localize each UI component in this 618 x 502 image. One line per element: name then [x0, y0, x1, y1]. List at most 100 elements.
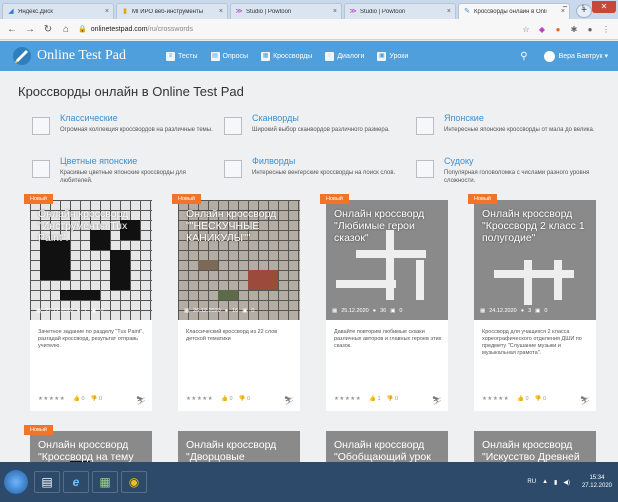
card-title[interactable]: Онлайн кроссворд "Инструменты Tux Paint"… — [38, 208, 148, 244]
runner-icon[interactable]: ⛷ — [432, 396, 442, 405]
tray-expand-icon[interactable]: ▲ — [542, 479, 548, 485]
puzzle-icon[interactable]: ✱ — [568, 25, 580, 34]
extension-icon[interactable]: ● — [552, 25, 564, 34]
card-title[interactable]: Онлайн кроссворд "Дворцовые перевороты" — [186, 439, 296, 462]
maximize-icon[interactable]: ▫ — [574, 1, 592, 13]
search-icon[interactable]: ⚲ — [520, 51, 527, 62]
language-indicator[interactable]: RU — [527, 479, 536, 485]
menu-item-lessons[interactable]: ▣ Уроки — [377, 51, 408, 61]
dislike-button[interactable]: 👎 0 — [239, 396, 250, 405]
window-close-icon[interactable]: ✕ — [592, 1, 616, 13]
dislike-button[interactable]: 👎 0 — [91, 396, 102, 405]
crossword-card[interactable]: Новый Онлайн кроссворд "Инструменты Tux … — [24, 194, 152, 411]
menu-item-tests[interactable]: ≡ Тесты — [165, 51, 198, 61]
close-icon[interactable]: × — [333, 8, 337, 15]
user-menu[interactable]: Вера Бавтрук ▾ — [559, 52, 608, 60]
new-badge: Новый — [320, 194, 349, 204]
calendar-icon: ▦ — [332, 308, 338, 314]
card-title[interactable]: Онлайн кроссворд "Кроссворд 2 класс 1 по… — [482, 208, 592, 244]
user-avatar-icon[interactable] — [543, 50, 555, 62]
category-name[interactable]: Классические — [60, 113, 118, 123]
category-name[interactable]: Судоку — [444, 156, 474, 166]
new-badge: Новый — [24, 425, 53, 435]
rating-stars[interactable]: ★★★★★ — [38, 396, 65, 405]
reload-icon[interactable]: ↻ — [42, 24, 54, 35]
back-icon[interactable]: ← — [6, 24, 18, 35]
rating-stars[interactable]: ★★★★★ — [334, 396, 361, 405]
runner-icon[interactable]: ⛷ — [284, 396, 294, 405]
users-icon: ● — [520, 308, 525, 314]
close-icon[interactable]: × — [219, 8, 223, 15]
card-title[interactable]: Онлайн кроссворд "Любимые герои сказок" — [334, 208, 444, 244]
menu-item-crosswords[interactable]: ▦ Кроссворды — [261, 51, 313, 61]
menu-label: Кроссворды — [273, 52, 313, 60]
runner-icon[interactable]: ⛷ — [136, 396, 146, 405]
crossword-card[interactable]: Новый Онлайн кроссворд ""НЕСКУЧНЫЕ КАНИК… — [172, 194, 300, 411]
crossword-card[interactable]: Онлайн кроссворд "Искусство Древней Руси… — [474, 431, 596, 462]
category-name[interactable]: Сканворды — [252, 113, 299, 123]
network-icon[interactable]: ▮ — [554, 479, 557, 486]
menu-item-surveys[interactable]: ▤ Опросы — [210, 51, 248, 61]
rating-stars[interactable]: ★★★★★ — [186, 396, 213, 405]
close-icon[interactable]: × — [447, 8, 451, 15]
card-title[interactable]: Онлайн кроссворд "Кроссворд на тему — [38, 439, 148, 462]
crossword-card[interactable]: Онлайн кроссворд "Обобщающий урок по тем… — [326, 431, 448, 462]
calendar-icon: ▦ — [36, 308, 42, 314]
rating-stars[interactable]: ★★★★★ — [482, 396, 509, 405]
comment-icon: ▣ — [535, 308, 541, 314]
like-button[interactable]: 👍 0 — [221, 396, 232, 405]
chrome-icon[interactable]: ◉ — [121, 471, 147, 493]
chevron-down-icon: ▾ — [604, 53, 608, 60]
file-explorer-icon[interactable]: ▤ — [34, 471, 60, 493]
card-title[interactable]: Онлайн кроссворд "Обобщающий урок по тем… — [334, 439, 444, 462]
forward-icon[interactable]: → — [24, 24, 36, 35]
like-button[interactable]: 👍 1 — [369, 396, 380, 405]
crossword-card[interactable]: Новый Онлайн кроссворд "Кроссворд на тем… — [24, 425, 152, 462]
browser-tab[interactable]: ◢ Яндекс.Диск × — [2, 3, 114, 19]
control-panel-icon[interactable]: ▦ — [92, 471, 118, 493]
card-title[interactable]: Онлайн кроссворд ""НЕСКУЧНЫЕ КАНИКУЛЫ"" — [186, 208, 296, 244]
star-icon[interactable]: ☆ — [520, 25, 532, 34]
new-badge: Новый — [468, 194, 497, 204]
close-icon[interactable]: × — [105, 8, 109, 15]
profile-icon[interactable]: ● — [584, 25, 596, 34]
url-field[interactable]: 🔒 onlinetestpad.com/ru/crosswords — [78, 25, 516, 34]
dislike-button[interactable]: 👎 0 — [387, 396, 398, 405]
card-footer: ★★★★★ 👍 0 👎 0 ⛷ — [186, 396, 294, 405]
crossword-card[interactable]: Онлайн кроссворд "Дворцовые перевороты" — [178, 431, 300, 462]
category-desc: Интересные японские кроссворды от мала д… — [444, 127, 595, 133]
clock[interactable]: 15:34 27.12.2020 — [576, 474, 612, 490]
internet-explorer-icon[interactable]: e — [63, 471, 89, 493]
logo-icon[interactable] — [12, 46, 32, 66]
home-icon[interactable]: ⌂ — [60, 24, 72, 35]
menu-icon[interactable]: ⋮ — [600, 25, 612, 34]
card-date: 25.12.2020 — [341, 308, 369, 314]
card-title[interactable]: Онлайн кроссворд "Искусство Древней Руси… — [482, 439, 592, 462]
crossword-card[interactable]: Новый Онлайн кроссворд "Кроссворд 2 клас… — [468, 194, 596, 411]
window-controls: – ▫ ✕ — [556, 1, 616, 13]
browser-tab[interactable]: ▮ МГИРО веб-инструменты × — [116, 3, 228, 19]
thumbs-up-icon: 👍 — [73, 396, 81, 402]
category-desc: Популярная головоломка с числами разного… — [444, 170, 590, 184]
browser-tab[interactable]: ≫ Studio | Powtoon × — [230, 3, 342, 19]
dislike-button[interactable]: 👎 0 — [535, 396, 546, 405]
like-button[interactable]: 👍 0 — [517, 396, 528, 405]
volume-icon[interactable]: ◀) — [563, 479, 570, 486]
minimize-icon[interactable]: – — [556, 1, 574, 13]
extension-icon[interactable]: ◆ — [536, 25, 548, 34]
category-name[interactable]: Филворды — [252, 156, 295, 166]
user-name: Вера Бавтрук — [558, 53, 603, 60]
crossword-card[interactable]: Новый Онлайн кроссворд "Любимые герои ск… — [320, 194, 448, 411]
runner-icon[interactable]: ⛷ — [580, 396, 590, 405]
start-button[interactable] — [4, 470, 28, 494]
browser-tab-active[interactable]: ✎ Кроссворды онлайн в Onli × — [458, 3, 570, 19]
like-button[interactable]: 👍 0 — [73, 396, 84, 405]
thumbs-down-icon: 👎 — [90, 396, 98, 402]
category-name[interactable]: Цветные японские — [60, 156, 137, 166]
category-name[interactable]: Японские — [444, 113, 484, 123]
browser-tab[interactable]: ≫ Studio | Powtoon × — [344, 3, 456, 19]
menu-item-dialogs[interactable]: ◌ Диалоги — [325, 51, 364, 61]
tab-label: Studio | Powtoon — [246, 8, 292, 15]
card-footer: ★★★★★ 👍 1 👎 0 ⛷ — [334, 396, 442, 405]
brand-name[interactable]: Online Test Pad — [37, 48, 126, 64]
